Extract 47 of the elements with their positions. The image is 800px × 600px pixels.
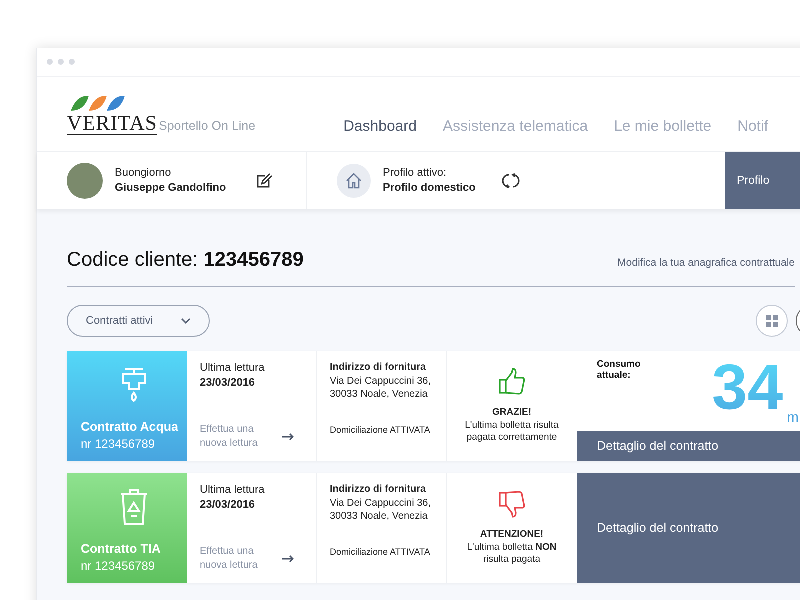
reading-date: 23/03/2016 — [200, 376, 256, 391]
greeting: Buongiorno — [115, 166, 172, 180]
profile-tab[interactable]: Profilo — [725, 152, 800, 209]
payment-message: L'ultima bolletta NON risulta pagata — [466, 542, 558, 568]
arrow-right-icon[interactable] — [282, 555, 294, 563]
avatar — [67, 162, 103, 198]
direct-debit-status: Domiciliazione ATTIVATA — [330, 546, 432, 559]
edit-profile-link[interactable]: Modifica la tua anagrafica contrattuale — [618, 257, 795, 269]
profile-label: Profilo attivo: — [383, 166, 448, 180]
payment-message: L'ultima bolletta risulta pagata correttamente — [464, 420, 560, 446]
thumbs-up-icon — [498, 366, 526, 397]
recycle-bin-icon — [118, 487, 150, 527]
contract-detail-link[interactable]: Dettaglio del contratto — [577, 431, 800, 461]
address-label: Indirizzo di fornitura — [330, 483, 428, 496]
portal-subtitle: Sportello On Line — [159, 119, 256, 133]
client-code: Codice cliente: 123456789 — [67, 249, 304, 272]
address: Via Dei Cappuccini 36, 30033 Noale, Venezia — [330, 496, 432, 524]
contract-number: nr 123456789 — [81, 559, 156, 573]
grid-view-button[interactable] — [756, 305, 788, 337]
arrow-right-icon[interactable] — [282, 433, 294, 441]
thumbs-down-icon — [498, 488, 526, 519]
new-reading-link[interactable]: Effettua una nuova lettura — [200, 423, 264, 451]
contract-title: Contratto TIA — [81, 542, 162, 556]
address-label: Indirizzo di fornitura — [330, 361, 428, 374]
edit-icon[interactable] — [256, 172, 272, 188]
payment-title: ATTENZIONE! — [480, 528, 544, 542]
direct-debit-status: Domiciliazione ATTIVATA — [330, 424, 432, 437]
consumption-label: Consumo attuale: — [597, 359, 642, 383]
new-reading-link[interactable]: Effettua una nuova lettura — [200, 545, 264, 573]
reading-label: Ultima lettura — [200, 361, 266, 376]
chevron-down-icon — [181, 318, 191, 324]
reading-date: 23/03/2016 — [200, 498, 256, 513]
grid-icon — [766, 315, 778, 327]
address: Via Dei Cappuccini 36, 30033 Noale, Venezia — [330, 374, 432, 402]
contract-detail-link[interactable]: Dettaglio del contratto — [577, 473, 800, 583]
logo: VERITAS — [67, 93, 157, 135]
contracts-dropdown[interactable]: Contratti attivi — [67, 305, 210, 337]
reading-label: Ultima lettura — [200, 483, 266, 498]
home-icon — [337, 164, 371, 198]
payment-title: GRAZIE! — [492, 406, 532, 420]
consumption-unit: m — [787, 409, 799, 425]
nav-link[interactable]: Dashboard — [344, 118, 417, 135]
contract-title: Contratto Acqua — [81, 420, 180, 434]
profile-value: Profilo domestico — [383, 180, 476, 196]
switch-profile-icon[interactable] — [502, 172, 520, 190]
contract-number: nr 123456789 — [81, 437, 156, 451]
user-name: Giuseppe Gandolfino — [115, 180, 226, 196]
